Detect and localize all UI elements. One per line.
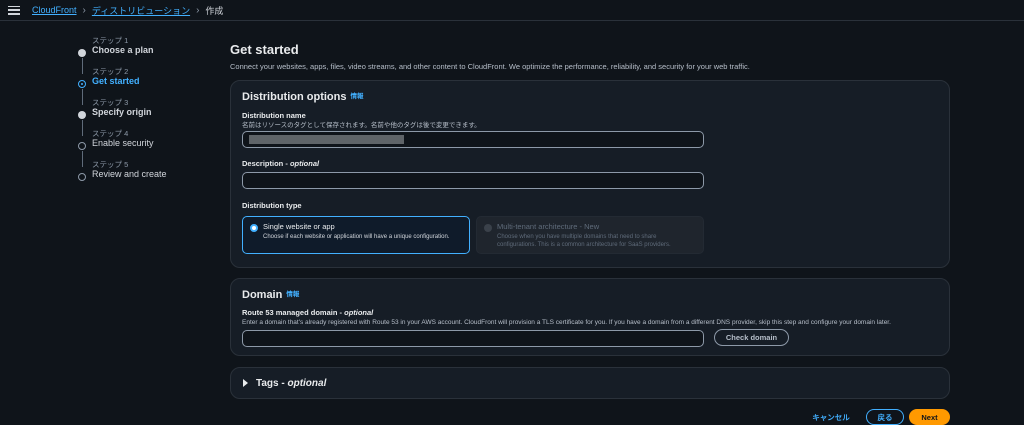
menu-icon[interactable] [8,5,20,15]
step-title: Review and create [92,169,167,179]
step-todo-icon [78,142,86,150]
wizard-steps: ステップ 1 Choose a plan ステップ 2 Get started … [78,36,218,191]
type-option-single-website[interactable]: Single website or app Choose if each web… [242,216,470,254]
route53-domain-hint: Enter a domain that's already registered… [242,319,891,326]
step-done-icon [78,111,86,119]
breadcrumb-current: 作成 [205,5,224,16]
step-number: ステップ 3 [92,98,129,107]
step-todo-icon [78,173,86,181]
step-number: ステップ 2 [92,67,129,76]
tags-expander[interactable]: Tags - optional [231,368,949,398]
panel-title: Domain 情報 [242,289,300,301]
step-done-icon [78,49,86,57]
step-number: ステップ 4 [92,129,129,138]
radio-disabled-icon [484,224,492,232]
breadcrumb-cloudfront[interactable]: CloudFront [32,5,77,15]
route53-domain-label: Route 53 managed domain - optional [242,308,374,317]
caret-right-icon [243,379,248,387]
page-description: Connect your websites, apps, files, vide… [230,62,750,71]
distribution-options-panel: Distribution options 情報 Distribution name… [230,80,950,268]
info-link[interactable]: 情報 [350,93,363,100]
step-1[interactable]: ステップ 1 Choose a plan [78,36,218,74]
option-title: Multi-tenant architecture - New [497,222,600,231]
route53-domain-input[interactable] [242,330,704,347]
info-link[interactable]: 情報 [286,291,299,298]
description-label: Description - optional [242,159,320,168]
distribution-name-input[interactable] [242,131,704,148]
distribution-type-label: Distribution type [242,201,302,210]
radio-selected-icon [250,224,258,232]
type-option-multi-tenant: Multi-tenant architecture - New Choose w… [476,216,704,254]
step-3[interactable]: ステップ 3 Specify origin [78,98,218,136]
chevron-right-icon: › [196,4,200,16]
step-number: ステップ 1 [92,36,129,45]
check-domain-button[interactable]: Check domain [714,329,789,346]
redacted-value [249,135,404,144]
step-number: ステップ 5 [92,160,129,169]
option-description: Choose if each website or application wi… [263,234,450,240]
tags-panel[interactable]: Tags - optional [230,367,950,399]
page-title: Get started [230,42,299,57]
distribution-name-hint: 名前はリソースのタグとして保存されます。名前や他のタグは後で変更できます。 [242,122,481,129]
panel-title: Distribution options 情報 [242,91,364,103]
step-current-icon [78,80,86,88]
distribution-name-label: Distribution name [242,111,306,120]
option-title: Single website or app [263,222,335,231]
step-2: ステップ 2 Get started [78,67,218,105]
tags-title: Tags - optional [256,377,327,389]
option-description: Choose when you have multiple domains th… [497,234,671,248]
page-header: Get started Connect your websites, apps,… [230,42,950,72]
step-title: Enable security [92,138,154,148]
step-5: ステップ 5 Review and create [78,160,218,191]
description-input[interactable] [242,172,704,189]
step-title: Choose a plan [92,45,154,55]
chevron-right-icon: › [82,4,86,16]
domain-panel: Domain 情報 Route 53 managed domain - optio… [230,278,950,356]
step-4: ステップ 4 Enable security [78,129,218,167]
top-navigation-bar: CloudFront › ディストリビューション › 作成 [0,0,1024,21]
breadcrumb-distributions[interactable]: ディストリビューション [92,4,190,17]
step-title: Get started [92,76,140,86]
step-title: Specify origin [92,107,152,117]
